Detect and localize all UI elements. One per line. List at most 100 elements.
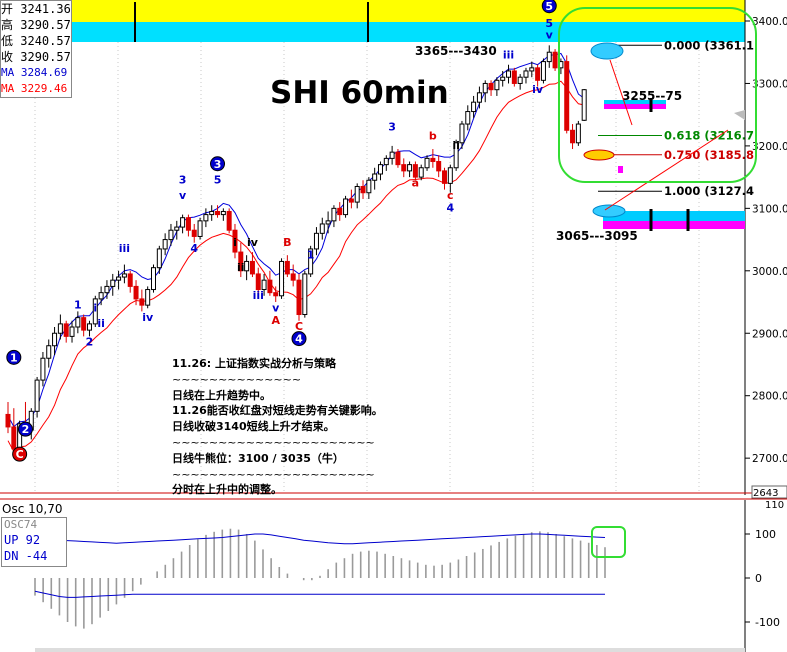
wave-label: v	[272, 301, 280, 314]
candle[interactable]	[540, 58, 546, 84]
candle[interactable]	[185, 214, 191, 237]
candle[interactable]	[383, 155, 389, 171]
candle[interactable]	[581, 89, 587, 121]
candle[interactable]	[75, 311, 81, 334]
candle-body	[465, 111, 471, 125]
candle[interactable]	[290, 264, 296, 287]
price-tick-label: 3000.0	[752, 266, 787, 278]
candle[interactable]	[63, 320, 69, 343]
candle[interactable]	[570, 124, 576, 150]
candle[interactable]	[220, 208, 226, 221]
candle[interactable]	[348, 189, 354, 209]
wave-label: 3	[179, 173, 187, 186]
candle[interactable]	[442, 167, 447, 190]
wave-label: A	[271, 314, 280, 327]
candle[interactable]	[284, 255, 290, 278]
candle[interactable]	[46, 339, 52, 368]
candle[interactable]	[494, 77, 500, 96]
osc-tick-label: -100	[755, 616, 780, 629]
analysis-notes: 11.26: 上证指数实战分析与策略 ~~~~~~~~~~~~~~ 日线在上升趋…	[172, 356, 472, 498]
candle[interactable]	[506, 64, 512, 84]
candle[interactable]	[354, 183, 360, 209]
osc-partial-tick: 110	[765, 500, 784, 511]
candle-body	[447, 167, 453, 184]
candle[interactable]	[110, 273, 116, 296]
candle[interactable]	[511, 67, 517, 87]
candle[interactable]	[430, 149, 436, 168]
candle[interactable]	[121, 264, 127, 284]
candle[interactable]	[86, 320, 92, 337]
candle[interactable]	[372, 167, 378, 190]
candle[interactable]	[360, 180, 366, 199]
candle[interactable]	[244, 255, 250, 281]
candle[interactable]	[389, 145, 395, 165]
candle[interactable]	[424, 155, 430, 171]
candle[interactable]	[418, 164, 424, 181]
candle[interactable]	[267, 270, 273, 296]
candle[interactable]	[407, 161, 413, 178]
candle[interactable]	[5, 401, 11, 434]
low-marker-ellipse	[583, 149, 615, 161]
candle[interactable]	[436, 155, 442, 178]
candle[interactable]	[523, 67, 529, 84]
candle[interactable]	[209, 205, 215, 221]
candle[interactable]	[151, 264, 156, 293]
top-ellipse	[590, 42, 624, 60]
candle[interactable]	[81, 314, 87, 337]
candle[interactable]	[226, 208, 232, 234]
ohlc-close-label: 收	[1, 50, 14, 64]
candle[interactable]	[575, 120, 581, 146]
candle-body	[343, 198, 349, 216]
candle-body	[570, 129, 576, 144]
candle[interactable]	[500, 70, 506, 87]
candle[interactable]	[337, 202, 343, 221]
candle[interactable]	[180, 214, 186, 234]
candle[interactable]	[162, 233, 168, 256]
candle-body	[482, 82, 488, 94]
osc-legend-box: OSC74 UP 92 DN -44	[1, 517, 67, 567]
candle[interactable]	[127, 270, 133, 293]
candle[interactable]	[249, 252, 255, 278]
candle[interactable]	[40, 351, 46, 387]
candle[interactable]	[552, 49, 558, 71]
candle[interactable]	[145, 286, 151, 309]
candle[interactable]	[395, 149, 401, 168]
candle[interactable]	[366, 177, 372, 199]
osc-header-label: Osc 10,70	[2, 502, 63, 516]
candle[interactable]	[517, 74, 523, 90]
candle[interactable]	[465, 105, 471, 131]
candle[interactable]	[296, 273, 302, 321]
candle[interactable]	[168, 223, 174, 246]
candle[interactable]	[197, 217, 203, 240]
candle[interactable]	[313, 227, 319, 256]
wave-label: c	[447, 189, 454, 202]
ma-slow-value: 3229.46	[20, 82, 68, 95]
candle[interactable]	[546, 45, 552, 68]
candle[interactable]	[319, 217, 325, 240]
price-chart[interactable]: 0.000 (3361.1 0.618 (3216.7 0.750 (3185.8 1…	[0, 0, 787, 652]
candle[interactable]	[343, 195, 349, 218]
candle[interactable]	[191, 223, 197, 243]
candle[interactable]	[564, 55, 570, 134]
candle[interactable]	[302, 270, 308, 318]
candle[interactable]	[156, 245, 162, 274]
candle[interactable]	[174, 220, 180, 240]
candle[interactable]	[482, 80, 488, 103]
candle[interactable]	[34, 376, 40, 418]
wave-label: iii	[253, 289, 264, 302]
fib-label: 0.000 (3361.1	[664, 38, 754, 52]
ohlc-open-label: 开	[1, 2, 14, 16]
candle[interactable]	[476, 86, 482, 109]
bottom-ellipse	[592, 204, 626, 218]
candle[interactable]	[401, 158, 407, 178]
candle[interactable]	[325, 211, 331, 234]
candle[interactable]	[279, 258, 285, 299]
notes-separator-1: ~~~~~~~~~~~~~~	[172, 372, 302, 386]
chart-window: 0.000 (3361.1 0.618 (3216.7 0.750 (3185.8 1…	[0, 0, 787, 652]
candle[interactable]	[116, 270, 122, 290]
wave-label: 4	[446, 201, 454, 214]
candle[interactable]	[203, 208, 209, 228]
candle[interactable]	[139, 289, 145, 312]
candle[interactable]	[331, 205, 337, 228]
candle[interactable]	[377, 161, 383, 181]
